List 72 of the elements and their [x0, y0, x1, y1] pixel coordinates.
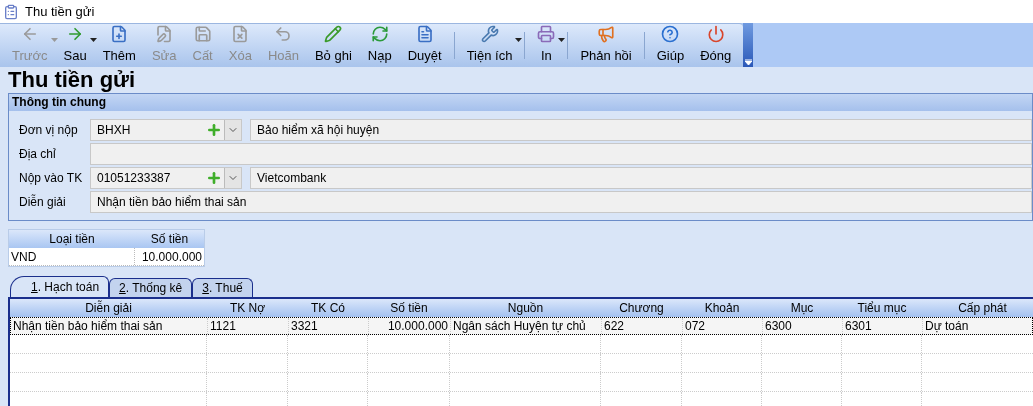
undo-icon — [274, 25, 293, 44]
table-cell: Dự toán — [923, 318, 1033, 334]
column-header: TK Nợ — [228, 300, 267, 317]
overflow-icon[interactable] — [744, 59, 752, 65]
table-cell: 6301 — [843, 318, 923, 334]
column-header: Diễn giải — [84, 299, 133, 317]
app-icon — [3, 3, 19, 20]
caret-icon — [89, 38, 97, 42]
column-header: Khoản — [703, 300, 741, 317]
toolbar-button[interactable]: Duyệt — [399, 24, 450, 67]
column-header: Loại tiền — [48, 231, 96, 248]
input-field[interactable]: Vietcombank — [250, 167, 1032, 189]
table-cell-text: 10.000.000 — [140, 249, 203, 265]
table-cell: 1121 — [208, 318, 289, 334]
section-header: Thông tin chung — [9, 94, 1032, 111]
add-icon[interactable] — [206, 122, 222, 138]
input-field[interactable]: Nhận tiền bảo hiểm thai sản — [90, 191, 1032, 213]
document-icon — [415, 25, 434, 44]
column-header: Tiểu mục — [856, 300, 908, 317]
toolbar-button[interactable]: Giúp — [648, 24, 693, 67]
combo-box[interactable]: 01051233387 — [90, 167, 242, 189]
pencil-icon — [324, 25, 343, 44]
table-cell: Nhận tiền bảo hiểm thai sản — [11, 318, 208, 334]
new-document-icon — [110, 25, 129, 44]
table-row[interactable]: Nhận tiền bảo hiểm thai sản 1121 3321 10.000.000 Ngân sách Huyện tự chủ 622 072 6300 6301 Dự toán — [10, 317, 1033, 335]
toolbar-button[interactable]: In — [529, 24, 564, 67]
toolbar-button[interactable]: Tiện ích — [458, 24, 521, 67]
refresh-icon — [370, 25, 389, 44]
table-cell: 072 — [683, 318, 763, 334]
save-icon — [193, 25, 212, 44]
caret-icon — [558, 38, 566, 42]
table-cell: 3321 — [289, 318, 369, 334]
delete-document-icon — [231, 25, 250, 44]
field-label: Đơn vị nộp — [18, 122, 79, 139]
column-header: Nguồn — [506, 300, 545, 317]
table-cell: VND — [9, 248, 135, 265]
field-label: Diễn giải — [18, 193, 67, 211]
tab[interactable]: 3. Thuế — [192, 278, 253, 297]
page-heading: Thu tiền gửi — [7, 67, 137, 93]
column-header: Cấp phát — [957, 300, 1008, 317]
table-cell: 10.000.000 — [369, 318, 451, 334]
edit-document-icon — [155, 25, 174, 44]
input-field[interactable] — [90, 143, 1032, 165]
field-label: Địa chỉ — [18, 146, 57, 163]
tab[interactable]: 1. Hạch toán — [10, 276, 110, 297]
toolbar-button[interactable]: Phản hồi — [572, 24, 640, 67]
column-header: Mục — [789, 300, 815, 317]
field-label: Nộp vào TK — [18, 170, 84, 187]
help-icon — [661, 25, 680, 44]
column-header: Số tiền — [389, 300, 429, 317]
add-icon[interactable] — [206, 170, 222, 186]
combo-box[interactable]: BHXH — [90, 119, 242, 141]
toolbar-button[interactable]: Sau — [55, 24, 95, 67]
input-field[interactable]: Bảo hiểm xã hội huyện — [250, 119, 1032, 141]
column-header: Chương — [618, 300, 665, 317]
printer-icon — [537, 25, 556, 44]
toolbar-button[interactable]: Nạp — [359, 24, 400, 67]
column-header: TK Có — [310, 300, 346, 317]
toolbar-button[interactable]: Thêm — [94, 24, 144, 67]
table-cell: 622 — [602, 318, 683, 334]
caret-icon — [515, 38, 523, 42]
toolbar-button[interactable]: Đóng — [692, 24, 740, 67]
column-header: Số tiền — [149, 231, 190, 248]
table-cell: 6300 — [763, 318, 843, 334]
tab[interactable]: 2. Thống kê — [109, 278, 193, 297]
toolbar-button[interactable]: Bỏ ghi — [306, 24, 360, 67]
tools-icon — [480, 25, 499, 44]
power-icon — [706, 25, 725, 44]
table-cell: Ngân sách Huyện tự chủ — [451, 318, 602, 334]
window-title: Thu tiền gửi — [25, 2, 95, 21]
megaphone-icon — [597, 25, 616, 44]
caret-icon — [50, 38, 58, 42]
